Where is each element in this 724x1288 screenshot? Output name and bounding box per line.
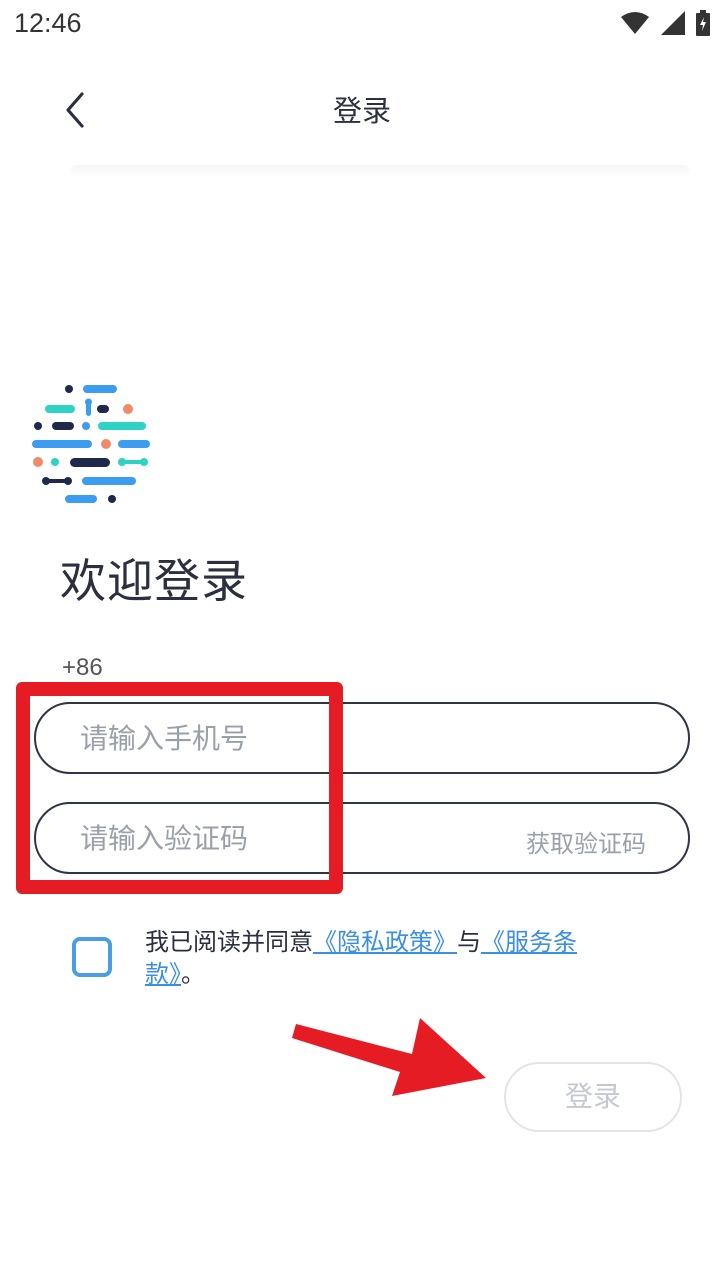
status-time: 12:46 — [14, 8, 82, 38]
page-title: 登录 — [332, 94, 391, 128]
agreement-suffix: 。 — [181, 960, 205, 988]
privacy-policy-link[interactable]: 《隐私政策》 — [313, 928, 457, 956]
agreement-prefix: 我已阅读并同意 — [145, 928, 313, 956]
login-button[interactable]: 登录 — [504, 1062, 682, 1132]
country-code: +86 — [62, 654, 103, 681]
wifi-icon — [621, 12, 649, 34]
agreement-text: 我已阅读并同意《隐私政策》与《服务条款》。 — [145, 926, 635, 990]
cellular-signal-icon — [661, 11, 685, 35]
agreement-connector: 与 — [457, 928, 481, 956]
annotation-highlight-box — [16, 682, 343, 894]
get-code-button[interactable]: 获取验证码 — [526, 824, 646, 859]
battery-icon — [696, 10, 710, 36]
welcome-heading: 欢迎登录 — [60, 554, 248, 608]
annotation-arrow-icon — [292, 1018, 486, 1096]
header-divider — [70, 165, 690, 179]
status-icons — [620, 10, 710, 36]
app-logo-icon — [32, 385, 150, 503]
agreement-checkbox[interactable] — [72, 937, 112, 977]
